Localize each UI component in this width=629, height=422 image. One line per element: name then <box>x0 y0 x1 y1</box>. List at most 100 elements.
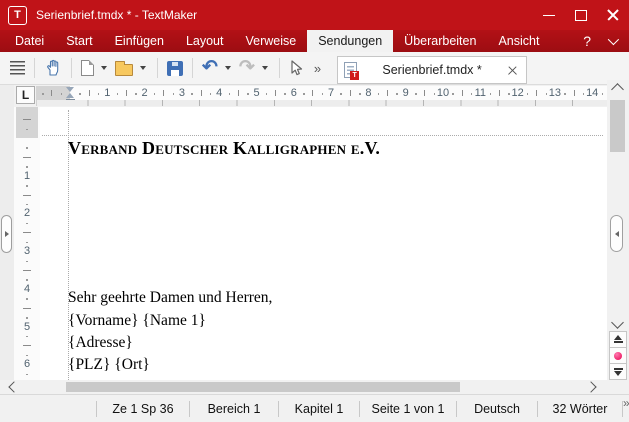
horizontal-scrollbar-thumb[interactable] <box>66 382 460 392</box>
ruler-tick <box>424 90 426 96</box>
new-document-button[interactable] <box>78 55 97 81</box>
salutation-line: Sehr geehrte Damen und Herren, <box>68 289 273 306</box>
previous-page-button[interactable] <box>609 331 627 348</box>
ruler-number: 9 <box>402 87 409 99</box>
ruler-tick <box>23 232 31 234</box>
ruler-tick <box>275 90 277 96</box>
ruler-tick <box>26 354 28 357</box>
status-page[interactable]: Seite 1 von 1 <box>359 400 456 417</box>
ribbon-tab[interactable]: Ansicht <box>487 30 550 52</box>
help-button[interactable]: ? <box>583 33 591 49</box>
left-sidebar-strip <box>0 85 14 394</box>
ruler-tick <box>312 90 314 96</box>
right-sidebar-expand-handle[interactable] <box>610 215 623 252</box>
ruler-number: 12 <box>511 87 524 99</box>
status-section[interactable]: Bereich 1 <box>189 400 278 417</box>
minimize-button[interactable] <box>533 0 565 30</box>
ribbon-tab[interactable]: Start <box>55 30 103 52</box>
ruler-tick <box>23 156 31 158</box>
ruler-tick <box>265 93 268 95</box>
ribbon-tab[interactable]: Layout <box>175 30 235 52</box>
ribbon-tab[interactable]: Verweise <box>234 30 307 52</box>
status-chapter[interactable]: Kapitel 1 <box>278 400 359 417</box>
select-pointer-button[interactable] <box>286 55 306 81</box>
status-language[interactable]: Deutsch <box>456 400 537 417</box>
hand-icon <box>47 59 59 76</box>
close-button[interactable] <box>597 0 629 30</box>
ruler-number: 3 <box>23 245 31 258</box>
ruler-tick <box>415 93 417 95</box>
ruler-tick <box>461 90 463 96</box>
ribbon-tab[interactable]: Einfügen <box>104 30 175 52</box>
tab-stop-selector[interactable]: L <box>16 86 35 104</box>
save-button[interactable] <box>164 55 186 81</box>
document-heading: Verband Deutscher Kalligraphen e.V. <box>68 138 381 158</box>
ruler-number: 6 <box>23 358 31 371</box>
ruler-tick <box>125 90 127 96</box>
browse-object-dot-icon <box>614 351 622 360</box>
close-icon <box>607 9 619 21</box>
top-margin-guide <box>42 135 603 136</box>
ruler-tick <box>23 269 31 271</box>
main-menu-button[interactable] <box>7 55 28 81</box>
chevron-down-icon[interactable] <box>607 33 620 46</box>
next-page-button[interactable] <box>609 363 627 380</box>
status-bar-overflow-button[interactable]: » <box>623 395 629 411</box>
ribbon-tab[interactable]: Sendungen <box>307 30 394 52</box>
vertical-scrollbar[interactable] <box>607 80 629 394</box>
status-cursor-position[interactable]: Ze 1 Sp 36 <box>96 400 189 417</box>
browse-buttons <box>609 331 627 380</box>
ruler-tick <box>396 93 398 95</box>
maximize-button[interactable] <box>565 0 597 30</box>
ruler-tick <box>42 93 44 95</box>
redo-dropdown[interactable] <box>261 66 268 70</box>
ruler-tick <box>26 241 28 244</box>
undo-dropdown[interactable] <box>224 66 231 70</box>
ribbon-tab[interactable]: Datei <box>4 30 55 52</box>
vertical-ruler[interactable]: 1 2 3 4 5 6 <box>14 107 40 380</box>
ruler-number: 4 <box>216 87 223 99</box>
ruler-tick <box>573 90 575 96</box>
left-sidebar-expand-handle[interactable] <box>1 215 12 253</box>
ruler-tick <box>153 93 156 95</box>
browse-object-button[interactable] <box>609 347 627 364</box>
scroll-left-icon[interactable] <box>8 381 20 393</box>
ruler-tick <box>498 90 500 96</box>
ribbon-tab[interactable]: Überarbeiten <box>393 30 487 52</box>
document-tab-close-button[interactable] <box>507 65 518 76</box>
ruler-tick <box>228 93 231 95</box>
status-word-count[interactable]: 32 Wörter <box>537 400 623 417</box>
horizontal-ruler[interactable]: 1 2 3 4 5 6 7 8 9 10 11 12 13 14 <box>36 86 610 105</box>
toolbar-separator <box>278 58 280 78</box>
quick-access-toolbar: ↶ ↷ » T Serienbrief.tmdx * <box>0 52 629 85</box>
ruler-number: 13 <box>548 87 562 99</box>
toolbar-separator <box>157 58 158 78</box>
vertical-scrollbar-thumb[interactable] <box>610 100 625 152</box>
open-document-button[interactable] <box>112 55 136 81</box>
undo-button[interactable]: ↶ <box>199 55 221 81</box>
pan-tool-button[interactable] <box>41 55 65 81</box>
scroll-right-icon[interactable] <box>585 381 597 393</box>
ruler-tick <box>23 307 31 309</box>
scroll-up-icon[interactable] <box>611 83 624 96</box>
status-bar: Ze 1 Sp 36 Bereich 1 Kapitel 1 Seite 1 v… <box>0 394 629 422</box>
ruler-tick <box>23 194 31 196</box>
ruler-tick <box>26 298 28 300</box>
horizontal-scrollbar[interactable] <box>0 380 607 394</box>
ruler-tick <box>303 93 305 95</box>
minimize-icon <box>543 14 555 16</box>
toolbar-overflow-button[interactable]: » <box>314 61 321 76</box>
app-icon: T <box>8 5 27 25</box>
open-document-dropdown[interactable] <box>140 66 146 70</box>
document-tab-label: Serienbrief.tmdx * <box>382 63 482 77</box>
ruler-tick <box>564 93 566 95</box>
scroll-down-icon[interactable] <box>611 316 624 329</box>
document-tab[interactable]: T Serienbrief.tmdx * <box>337 56 528 84</box>
document-page[interactable]: Verband Deutscher Kalligraphen e.V. {Vor… <box>40 107 607 380</box>
ruler-tick <box>26 203 28 206</box>
new-document-dropdown[interactable] <box>101 66 107 70</box>
redo-button[interactable]: ↷ <box>236 55 258 81</box>
ruler-tick <box>23 345 31 347</box>
ruler-number: 1 <box>23 169 31 182</box>
redo-icon: ↷ <box>238 57 255 78</box>
